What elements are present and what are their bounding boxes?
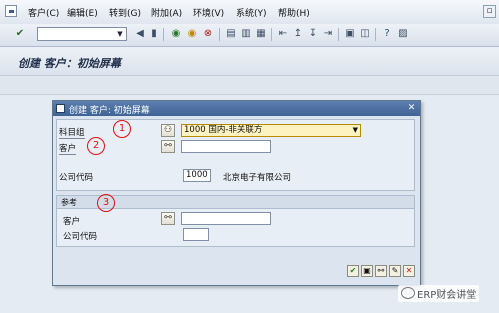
toolbar-separator: [338, 28, 339, 41]
annotation-3: 3: [97, 194, 115, 212]
dialog-title: 创建 客户: 初始屏幕: [69, 106, 150, 116]
window-icon: [56, 104, 65, 113]
account-group-select[interactable]: 1000 国内-非关联方 ▼: [181, 124, 361, 137]
binoculars-icon[interactable]: ⚯: [161, 140, 175, 153]
first-page-icon[interactable]: ⇤: [277, 28, 289, 40]
exit-icon[interactable]: ◉: [186, 28, 198, 40]
toolbar-separator: [375, 28, 376, 41]
watermark: ERP财会讲堂: [398, 285, 480, 302]
cancel-icon[interactable]: ⊗: [202, 28, 214, 40]
cancel-button[interactable]: ✕: [403, 265, 415, 277]
copy-button[interactable]: ▣: [361, 265, 373, 277]
window-menu-icon[interactable]: ▫: [483, 5, 496, 18]
ref-customer-label: 客户: [63, 217, 81, 227]
menu-system[interactable]: 系统(Y): [236, 6, 267, 19]
dialog-title-bar: 创建 客户: 初始屏幕 ✕: [53, 101, 420, 116]
layout-icon[interactable]: ▨: [397, 28, 409, 40]
next-page-icon[interactable]: ↧: [307, 28, 319, 40]
new-session-icon[interactable]: ▣: [344, 28, 356, 40]
possible-entries-icon[interactable]: ⚇: [161, 124, 175, 137]
menu-edit[interactable]: 编辑(E): [67, 6, 98, 19]
save-icon[interactable]: ▮: [148, 28, 160, 40]
print-icon[interactable]: ▤: [225, 28, 237, 40]
last-page-icon[interactable]: ⇥: [322, 28, 334, 40]
menu-bar: 客户(C) 编辑(E) 转到(G) 附加(A) 环境(V) 系统(Y) 帮助(H…: [0, 0, 499, 25]
company-code-input[interactable]: 1000: [183, 169, 211, 182]
company-code-label: 公司代码: [59, 173, 94, 183]
menu-customer[interactable]: 客户(C): [28, 6, 59, 19]
find-next-icon[interactable]: ▦: [255, 28, 267, 40]
annotation-2: 2: [87, 137, 105, 155]
other-button[interactable]: ✎: [389, 265, 401, 277]
ref-customer-input[interactable]: [181, 212, 271, 225]
toolbar-separator: [163, 28, 164, 41]
watermark-text: ERP财会讲堂: [417, 290, 477, 301]
back-icon[interactable]: ◉: [170, 28, 182, 40]
continue-button[interactable]: ✔: [347, 265, 359, 277]
display-button[interactable]: ⚯: [375, 265, 387, 277]
menu-goto[interactable]: 转到(G): [109, 6, 141, 19]
wechat-icon: [401, 287, 415, 299]
menu-environment[interactable]: 环境(V): [193, 6, 224, 19]
reference-frame: 参考 3 客户 ⚯ 公司代码: [56, 194, 415, 247]
ref-company-code-label: 公司代码: [63, 232, 98, 242]
toolbar-separator: [271, 28, 272, 41]
shortcut-icon[interactable]: ◫: [359, 28, 371, 40]
chevron-down-icon[interactable]: ▼: [353, 125, 358, 136]
customer-label: 客户: [59, 144, 77, 155]
create-customer-dialog: 创建 客户: 初始屏幕 ✕ 科目组 1 ⚇ 1000 国内-非关联方 ▼ 客户 …: [52, 100, 421, 286]
standard-toolbar: ✔ ▼ ◀ ▮ ◉ ◉ ⊗ ▤ ▥ ▦ ⇤ ↥ ↧ ⇥ ▣ ◫ ? ▨: [0, 24, 499, 47]
reference-section-title: 参考: [61, 198, 77, 207]
company-name-text: 北京电子有限公司: [223, 173, 292, 183]
prev-page-icon[interactable]: ↥: [292, 28, 304, 40]
menu-extras[interactable]: 附加(A): [151, 6, 182, 19]
customer-input[interactable]: [181, 140, 271, 153]
main-frame: 科目组 1 ⚇ 1000 国内-非关联方 ▼ 客户 2 ⚯ 公司代码 1000 …: [56, 119, 415, 191]
command-field[interactable]: ▼: [37, 27, 127, 41]
sap-logo-icon[interactable]: [5, 5, 17, 17]
account-group-value: 1000 国内-非关联方: [184, 125, 263, 135]
dropdown-icon[interactable]: ▼: [115, 29, 125, 39]
binoculars-icon[interactable]: ⚯: [161, 212, 175, 225]
annotation-1: 1: [113, 120, 131, 138]
account-group-label: 科目组: [59, 128, 85, 139]
screen-title-bar: 创建 客户：初始屏幕: [0, 47, 499, 76]
enter-icon[interactable]: ✔: [14, 28, 26, 40]
ref-company-code-input[interactable]: [183, 228, 209, 241]
page-title: 创建 客户：初始屏幕: [18, 57, 121, 70]
close-icon[interactable]: ✕: [406, 103, 417, 114]
help-icon[interactable]: ?: [381, 28, 393, 40]
back-arrow-icon[interactable]: ◀: [134, 28, 146, 40]
find-icon[interactable]: ▥: [240, 28, 252, 40]
menu-help[interactable]: 帮助(H): [278, 6, 310, 19]
application-toolbar: [0, 76, 499, 95]
company-code-value: 1000: [186, 170, 208, 180]
toolbar-separator: [219, 28, 220, 41]
